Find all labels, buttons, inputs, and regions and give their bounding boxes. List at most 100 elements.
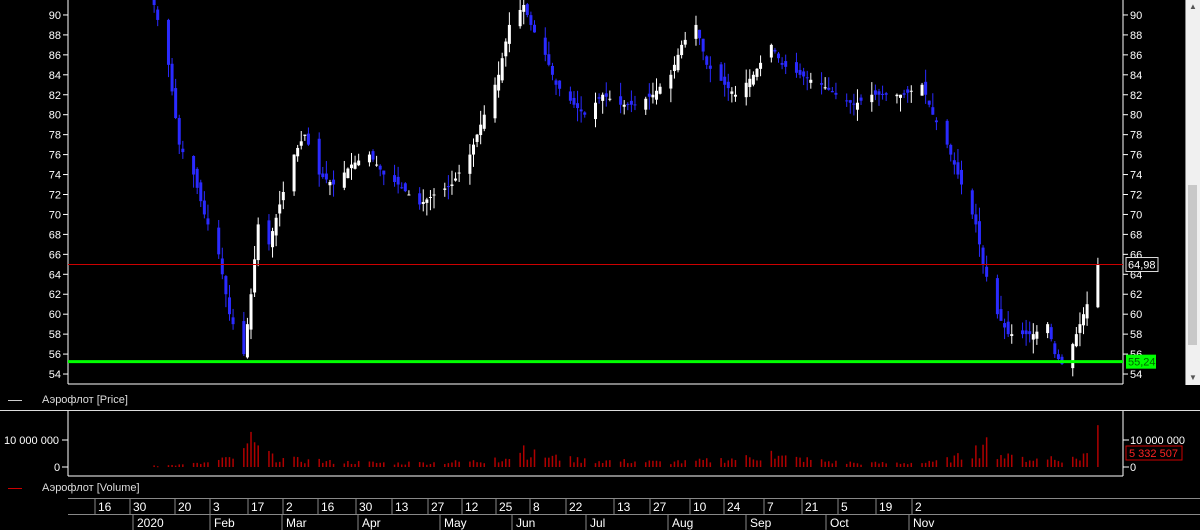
support-level-label: 55,24 <box>1128 357 1156 369</box>
volume-bar <box>673 461 676 467</box>
volume-bar <box>505 458 507 467</box>
volume-bar <box>781 455 783 467</box>
volume-bar <box>548 457 550 467</box>
volume-bar <box>619 461 622 467</box>
price-y-tick-label-left: 76 <box>49 150 61 162</box>
volume-bar <box>1032 460 1035 467</box>
price-y-tick-label-left: 90 <box>49 10 61 22</box>
volume-bar <box>874 461 877 467</box>
volume-bar <box>885 463 887 467</box>
volume-bar <box>479 462 482 467</box>
price-y-tick-label-right: 70 <box>1130 209 1142 221</box>
month-label: Oct <box>830 516 849 530</box>
volume-bar <box>156 466 159 468</box>
volume-bar <box>1050 456 1052 467</box>
volume-bar <box>935 460 938 467</box>
volume-bar <box>601 462 604 467</box>
volume-chart[interactable]: 10 000 000 0 10 000 000 0 5 332 507 <box>0 411 1200 480</box>
volume-bar <box>203 462 206 467</box>
volume-bar <box>519 452 521 467</box>
volume-bar <box>856 463 859 467</box>
day-tick: 30 <box>355 499 373 514</box>
volume-bar <box>228 457 231 467</box>
volume-bar <box>379 462 381 467</box>
price-y-tick-label-right: 54 <box>1130 369 1142 381</box>
volume-bar <box>1072 456 1074 467</box>
price-scrollbar[interactable]: ▲ ▼ <box>1185 0 1200 385</box>
volume-bar <box>677 460 679 467</box>
volume-bar <box>200 463 202 467</box>
volume-bar <box>383 462 385 467</box>
volume-bar <box>871 462 873 467</box>
price-chart-background <box>0 0 1200 392</box>
volume-bar <box>221 457 224 467</box>
price-y-tick-label-left: 62 <box>49 289 61 301</box>
day-label: 17 <box>251 500 265 514</box>
volume-bar <box>827 461 830 467</box>
price-y-tick-label-right: 80 <box>1130 110 1142 122</box>
volume-bar <box>634 461 636 467</box>
volume-bar <box>404 464 407 467</box>
price-y-tick-label-right: 86 <box>1130 50 1142 62</box>
price-y-tick-label-left: 88 <box>49 30 61 42</box>
volume-bar <box>670 464 672 467</box>
candle <box>970 188 974 219</box>
month-tick: Jun <box>511 515 535 530</box>
volume-bar <box>784 455 787 467</box>
price-y-tick-label-right: 84 <box>1130 70 1142 82</box>
volume-bar <box>659 461 661 467</box>
volume-bar <box>533 449 536 467</box>
volume-bar <box>551 455 554 467</box>
price-y-tick-label-left: 84 <box>49 70 61 82</box>
price-y-tick-label-left: 68 <box>49 229 61 241</box>
day-tick: 27 <box>427 499 445 514</box>
volume-bar <box>243 448 245 467</box>
volume-bar <box>544 457 547 467</box>
scroll-up-icon[interactable]: ▲ <box>1188 2 1198 12</box>
volume-left-label-zero: 0 <box>54 462 60 474</box>
volume-bar <box>397 462 399 467</box>
volume-bar <box>853 462 855 467</box>
day-label: 22 <box>569 500 583 514</box>
scroll-down-icon[interactable]: ▼ <box>1188 373 1198 383</box>
volume-left-tick-high: 10 000 000 <box>4 435 68 447</box>
day-label: 30 <box>133 500 147 514</box>
day-tick: 20 <box>174 499 192 514</box>
volume-bar <box>268 450 270 467</box>
month-label: May <box>444 516 467 530</box>
volume-bar <box>971 458 974 467</box>
price-chart[interactable]: 5454565658586060626264646666686870707272… <box>0 0 1200 392</box>
volume-bar <box>881 462 884 467</box>
volume-bar <box>924 462 927 467</box>
volume-bar <box>982 444 984 467</box>
volume-bar <box>275 462 277 467</box>
volume-bar <box>250 431 252 467</box>
volume-bar <box>630 463 633 467</box>
volume-bar <box>1011 454 1013 467</box>
day-label: 24 <box>727 500 741 514</box>
month-label: Jul <box>590 516 605 530</box>
volume-bar <box>1079 460 1081 467</box>
volume-legend: Аэрофлот [Volume] <box>0 480 1200 498</box>
day-tick: 27 <box>649 499 667 514</box>
price-y-tick-label-left: 70 <box>49 209 61 221</box>
volume-right-label-high: 10 000 000 <box>1130 435 1185 447</box>
volume-bar <box>1097 425 1099 467</box>
price-y-tick-label-left: 58 <box>49 329 61 341</box>
day-tick: 16 <box>94 499 112 514</box>
volume-bar <box>627 463 629 467</box>
candle <box>719 62 723 81</box>
price-y-tick-label-right: 58 <box>1130 329 1142 341</box>
volume-bar <box>727 460 730 467</box>
volume-bar <box>318 458 320 467</box>
price-y-tick-label-right: 60 <box>1130 309 1142 321</box>
volume-bar <box>296 457 299 467</box>
volume-bar <box>896 462 898 467</box>
volume-bar <box>734 460 737 467</box>
day-label: 19 <box>879 500 893 514</box>
volume-bar <box>802 461 805 467</box>
scrollbar-thumb[interactable] <box>1188 185 1197 345</box>
volume-bar <box>820 459 823 467</box>
volume-bar <box>293 456 295 467</box>
month-label: Apr <box>362 516 381 530</box>
